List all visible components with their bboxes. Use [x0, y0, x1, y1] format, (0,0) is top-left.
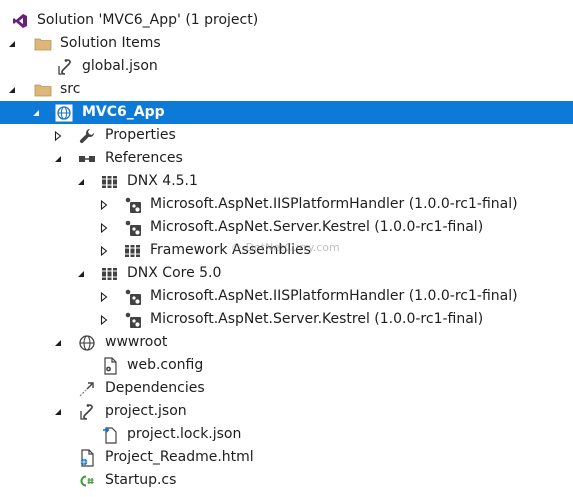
- tree-item-label: Properties: [105, 127, 176, 143]
- tree-item-dnx-451[interactable]: DNX 4.5.1: [0, 170, 573, 193]
- expanded-triangle-icon[interactable]: [52, 147, 64, 170]
- tree-item-project-json[interactable]: project.json: [0, 400, 573, 423]
- tree-item-label: web.config: [127, 357, 204, 373]
- nuget-package-icon: [123, 308, 143, 331]
- tree-item-dnx-core-50[interactable]: DNX Core 5.0: [0, 262, 573, 285]
- tree-item-web-config[interactable]: web.config: [0, 354, 573, 377]
- solution-explorer-tree: Solution 'MVC6_App' (1 project) Solution…: [0, 0, 573, 497]
- visual-studio-solution-icon: [10, 9, 30, 32]
- tree-item-solution[interactable]: Solution 'MVC6_App' (1 project): [0, 9, 573, 32]
- collapsed-triangle-icon[interactable]: [98, 193, 110, 216]
- tree-item-dependencies[interactable]: Dependencies: [0, 377, 573, 400]
- tree-item-package-kestrel[interactable]: Microsoft.AspNet.Server.Kestrel (1.0.0-r…: [0, 216, 573, 239]
- tree-item-label: wwwroot: [105, 334, 168, 350]
- folder-icon: [33, 32, 53, 55]
- tree-item-framework-assemblies[interactable]: Framework Assemblies: [0, 239, 573, 262]
- collapsed-triangle-icon[interactable]: [98, 239, 110, 262]
- framework-library-icon: [123, 239, 143, 262]
- tree-item-references[interactable]: References: [0, 147, 573, 170]
- tree-item-wwwroot[interactable]: wwwroot: [0, 331, 573, 354]
- tree-item-label: project.lock.json: [127, 426, 242, 442]
- tree-item-label: Startup.cs: [105, 472, 177, 488]
- json-file-icon: [77, 400, 97, 423]
- expanded-triangle-icon[interactable]: [52, 400, 64, 423]
- globe-icon: [77, 331, 97, 354]
- nuget-package-icon: [123, 193, 143, 216]
- expanded-triangle-icon[interactable]: [75, 170, 87, 193]
- tree-item-label: project.json: [105, 403, 187, 419]
- tree-item-label: MVC6_App: [82, 104, 165, 120]
- dependencies-icon: [77, 377, 97, 400]
- collapsed-triangle-icon[interactable]: [52, 124, 64, 147]
- collapsed-triangle-icon[interactable]: [98, 216, 110, 239]
- nuget-package-icon: [123, 216, 143, 239]
- wrench-icon: [77, 124, 97, 147]
- tree-item-label: global.json: [82, 58, 158, 74]
- collapsed-triangle-icon[interactable]: [98, 285, 110, 308]
- tree-item-label: Microsoft.AspNet.Server.Kestrel (1.0.0-r…: [150, 311, 484, 327]
- tree-item-label: Microsoft.AspNet.Server.Kestrel (1.0.0-r…: [150, 219, 484, 235]
- tree-item-package-iis-platform-handler[interactable]: Microsoft.AspNet.IISPlatformHandler (1.0…: [0, 193, 573, 216]
- tree-item-label: Framework Assemblies: [150, 242, 311, 258]
- tree-item-properties[interactable]: Properties: [0, 124, 573, 147]
- tree-item-package-kestrel[interactable]: Microsoft.AspNet.Server.Kestrel (1.0.0-r…: [0, 308, 573, 331]
- expanded-triangle-icon[interactable]: [30, 101, 42, 124]
- nuget-package-icon: [123, 285, 143, 308]
- tree-item-label: src: [60, 81, 81, 97]
- tree-item-package-iis-platform-handler[interactable]: Microsoft.AspNet.IISPlatformHandler (1.0…: [0, 285, 573, 308]
- framework-library-icon: [100, 170, 120, 193]
- tree-item-solution-items[interactable]: Solution Items: [0, 32, 573, 55]
- tree-item-src[interactable]: src: [0, 78, 573, 101]
- web-project-icon: [54, 101, 74, 124]
- tree-item-project-readme[interactable]: Project_Readme.html: [0, 446, 573, 469]
- tree-item-label: Solution Items: [60, 35, 161, 51]
- tree-item-label: Solution 'MVC6_App' (1 project): [37, 12, 259, 28]
- tree-item-label: Project_Readme.html: [105, 449, 254, 465]
- tree-item-label: DNX Core 5.0: [127, 265, 222, 281]
- config-file-icon: [100, 354, 120, 377]
- expanded-triangle-icon[interactable]: [6, 78, 18, 101]
- tree-item-label: DNX 4.5.1: [127, 173, 198, 189]
- expanded-triangle-icon[interactable]: [6, 32, 18, 55]
- tree-item-label: Dependencies: [105, 380, 205, 396]
- references-icon: [77, 147, 97, 170]
- folder-icon: [33, 78, 53, 101]
- tree-item-label: Microsoft.AspNet.IISPlatformHandler (1.0…: [150, 196, 518, 212]
- generated-file-icon: [100, 423, 120, 446]
- tree-item-label: Microsoft.AspNet.IISPlatformHandler (1.0…: [150, 288, 518, 304]
- html-file-icon: [77, 446, 97, 469]
- expanded-triangle-icon[interactable]: [75, 262, 87, 285]
- csharp-file-icon: [77, 469, 97, 492]
- expanded-triangle-icon[interactable]: [52, 331, 64, 354]
- collapsed-triangle-icon[interactable]: [98, 308, 110, 331]
- json-file-icon: [55, 55, 75, 78]
- tree-item-label: References: [105, 150, 183, 166]
- tree-item-project-lock-json[interactable]: project.lock.json: [0, 423, 573, 446]
- framework-library-icon: [100, 262, 120, 285]
- tree-item-project-mvc6-app[interactable]: MVC6_App: [0, 101, 573, 124]
- tree-item-global-json[interactable]: global.json: [0, 55, 573, 78]
- tree-item-startup-cs[interactable]: Startup.cs: [0, 469, 573, 492]
